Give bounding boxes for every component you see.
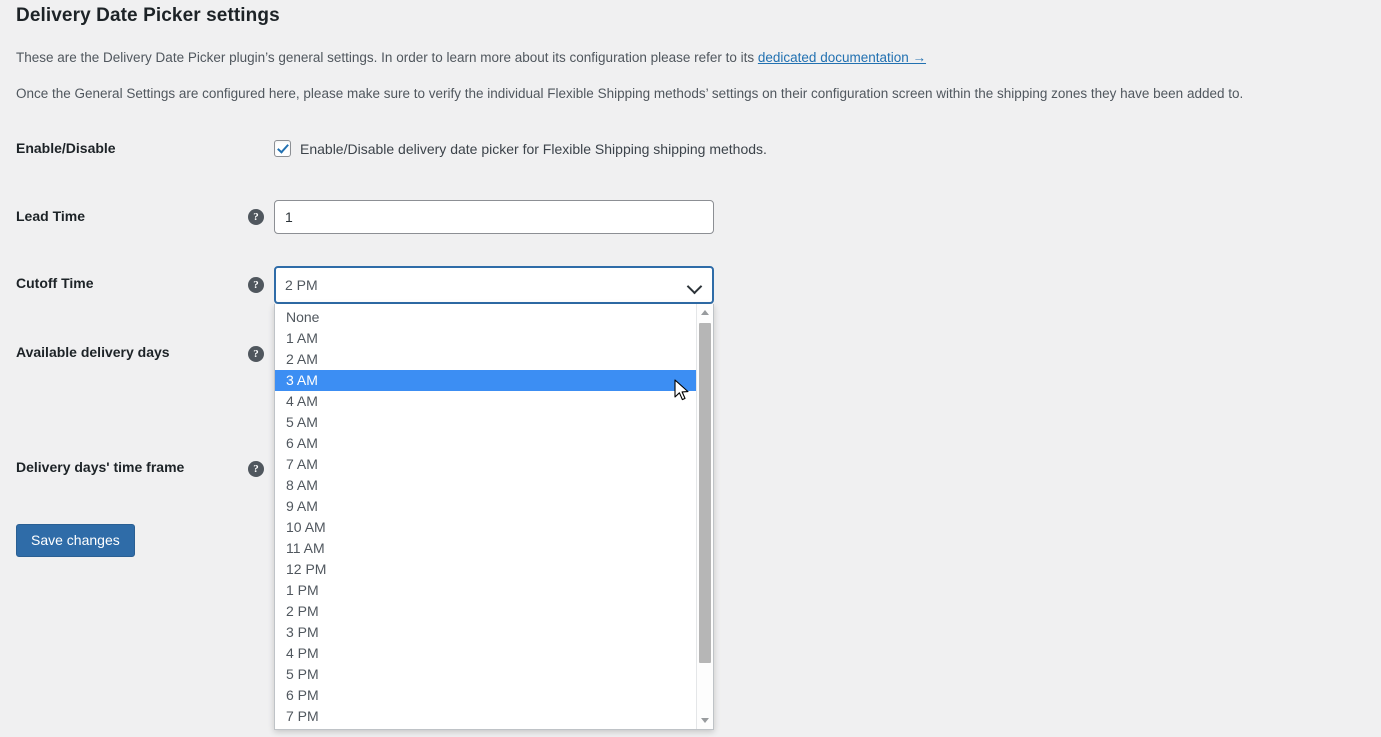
enable-disable-checkbox-group[interactable]: Enable/Disable delivery date picker for … xyxy=(274,140,767,157)
help-icon-lead-time[interactable]: ? xyxy=(248,209,264,225)
help-icon-cutoff-time[interactable]: ? xyxy=(248,277,264,293)
dedicated-documentation-link[interactable]: dedicated documentation → xyxy=(758,50,926,65)
dropdown-option[interactable]: 5 AM xyxy=(275,412,696,433)
help-icon-delivery-days-time-frame[interactable]: ? xyxy=(248,461,264,477)
dropdown-option[interactable]: 9 AM xyxy=(275,496,696,517)
scroll-down-arrow-icon[interactable] xyxy=(697,712,713,729)
dropdown-option[interactable]: 3 AM xyxy=(275,370,696,391)
dropdown-option[interactable]: 6 AM xyxy=(275,433,696,454)
dropdown-option[interactable]: 7 AM xyxy=(275,454,696,475)
dropdown-scrollbar[interactable] xyxy=(696,304,713,729)
save-changes-button[interactable]: Save changes xyxy=(16,524,135,557)
cutoff-time-selected-value: 2 PM xyxy=(285,277,318,293)
lead-time-input[interactable] xyxy=(274,200,714,234)
dropdown-options-container: None 1 AM 2 AM 3 AM 4 AM 5 AM 6 AM 7 AM 8 AM 9 AM… xyxy=(275,304,696,729)
dropdown-option[interactable]: 1 PM xyxy=(275,580,696,601)
dropdown-option[interactable]: 3 PM xyxy=(275,622,696,643)
cutoff-time-select[interactable]: 2 PM xyxy=(274,266,714,304)
label-cutoff-time: Cutoff Time xyxy=(16,275,94,291)
help-icon-available-delivery-days[interactable]: ? xyxy=(248,346,264,362)
dropdown-option[interactable]: 6 PM xyxy=(275,685,696,706)
dropdown-option[interactable]: 2 PM xyxy=(275,601,696,622)
dropdown-option[interactable]: 5 PM xyxy=(275,664,696,685)
dropdown-option[interactable]: 1 AM xyxy=(275,328,696,349)
enable-disable-checkbox-label[interactable]: Enable/Disable delivery date picker for … xyxy=(300,141,767,157)
dropdown-option[interactable]: 12 PM xyxy=(275,559,696,580)
cutoff-time-dropdown-list[interactable]: None 1 AM 2 AM 3 AM 4 AM 5 AM 6 AM 7 AM 8 AM 9 AM… xyxy=(274,304,714,730)
dropdown-option[interactable]: 11 AM xyxy=(275,538,696,559)
dropdown-option[interactable]: 4 PM xyxy=(275,643,696,664)
dropdown-option[interactable]: 2 AM xyxy=(275,349,696,370)
page-description-first: These are the Delivery Date Picker plugi… xyxy=(16,48,926,68)
dropdown-option[interactable]: 8 AM xyxy=(275,475,696,496)
enable-disable-checkbox[interactable] xyxy=(274,140,291,157)
scroll-up-arrow-icon[interactable] xyxy=(697,304,713,321)
page-title: Delivery Date Picker settings xyxy=(16,5,280,26)
label-lead-time: Lead Time xyxy=(16,208,85,224)
chevron-down-icon xyxy=(688,280,701,293)
dropdown-option[interactable]: 4 AM xyxy=(275,391,696,412)
page-description-second: Once the General Settings are configured… xyxy=(16,86,1244,101)
dropdown-option[interactable]: None xyxy=(275,307,696,328)
label-enable-disable: Enable/Disable xyxy=(16,140,116,156)
page-description-text: These are the Delivery Date Picker plugi… xyxy=(16,50,758,65)
dropdown-option[interactable]: 7 PM xyxy=(275,706,696,727)
dropdown-scrollbar-thumb[interactable] xyxy=(699,323,711,663)
dropdown-option[interactable]: 10 AM xyxy=(275,517,696,538)
label-available-delivery-days: Available delivery days xyxy=(16,344,170,360)
label-delivery-days-time-frame: Delivery days' time frame xyxy=(16,459,185,475)
